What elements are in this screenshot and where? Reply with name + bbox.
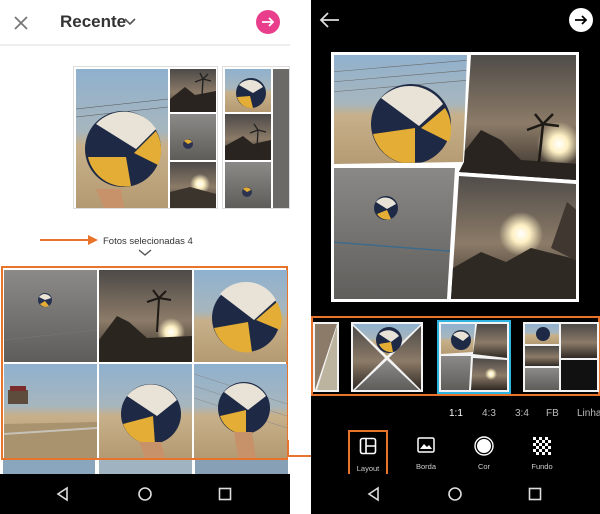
arrow-right-icon <box>575 15 588 25</box>
photo-thumbnail[interactable] <box>194 364 287 458</box>
close-icon[interactable] <box>10 12 32 34</box>
layout-options-strip <box>311 316 600 396</box>
chevron-down-icon[interactable] <box>138 249 152 257</box>
ratio-1-1[interactable]: 1:1 <box>449 408 463 419</box>
tool-label: Cor <box>477 462 491 471</box>
selected-count-label: Fotos selecionadas 4 <box>103 236 193 247</box>
recents-square-icon[interactable] <box>527 486 543 502</box>
preview-photo-palm <box>170 69 216 112</box>
preview-photo-sunset <box>170 162 216 208</box>
layout-option-selected[interactable] <box>437 320 511 394</box>
back-arrow-icon[interactable] <box>319 10 341 30</box>
album-title[interactable]: Recente <box>60 12 126 32</box>
home-circle-icon[interactable] <box>447 486 463 502</box>
image-icon <box>417 437 435 453</box>
collage-editor-screen: 1:1 4:3 3:4 FB Linha Layout Borda Cor Fu… <box>311 0 600 514</box>
photo-grid-partial-row <box>3 460 288 474</box>
collage-photo-ball[interactable] <box>331 52 471 167</box>
tool-borda[interactable]: Borda <box>406 430 446 476</box>
photo-thumbnail[interactable] <box>4 364 97 458</box>
ratio-linha[interactable]: Linha <box>577 408 600 419</box>
tool-label: Layout <box>356 464 380 473</box>
ratio-4-3[interactable]: 4:3 <box>482 408 496 419</box>
editor-toolbar: Layout Borda Cor Fundo <box>311 430 600 476</box>
tool-layout[interactable]: Layout <box>348 430 388 476</box>
chevron-down-icon[interactable] <box>123 16 137 28</box>
preview-photo-ball <box>225 69 271 112</box>
collage-canvas[interactable] <box>331 52 579 302</box>
arrow-right-icon <box>262 17 275 27</box>
layout-option[interactable] <box>523 322 599 392</box>
checker-pattern-icon <box>533 437 551 455</box>
arrow-right-icon <box>40 235 98 245</box>
layout-preview[interactable] <box>73 66 218 209</box>
ratio-fb[interactable]: FB <box>546 408 559 419</box>
next-button[interactable] <box>569 8 593 32</box>
photo-selection-screen: Recente Fotos selecionadas 4 <box>0 0 290 514</box>
collage-photo-sunset[interactable] <box>446 172 579 302</box>
layout-icon <box>359 437 377 455</box>
tool-cor[interactable]: Cor <box>464 430 504 476</box>
next-button[interactable] <box>256 10 280 34</box>
tool-label: Borda <box>415 462 436 471</box>
tool-fundo[interactable]: Fundo <box>522 430 562 476</box>
photo-thumbnail[interactable] <box>4 270 97 362</box>
back-triangle-icon[interactable] <box>55 486 71 502</box>
tool-label: Fundo <box>531 462 553 471</box>
color-circle-icon <box>474 436 494 456</box>
preview-photo-palm <box>225 114 271 160</box>
recents-square-icon[interactable] <box>217 486 233 502</box>
preview-photo-sand <box>225 162 271 208</box>
photo-thumbnail[interactable] <box>99 270 192 362</box>
aspect-ratio-bar: 1:1 4:3 3:4 FB Linha <box>311 408 600 422</box>
photo-thumbnail[interactable] <box>194 270 287 362</box>
layout-option[interactable] <box>351 322 423 392</box>
home-circle-icon[interactable] <box>137 486 153 502</box>
system-nav-bar <box>311 474 600 514</box>
layout-option[interactable] <box>313 322 339 392</box>
preview-photo-strip <box>273 69 289 208</box>
photo-thumbnail[interactable] <box>99 364 192 458</box>
collage-photo-palm[interactable] <box>456 52 579 182</box>
tutorial-composite: Recente Fotos selecionadas 4 1:1 4:3 3:4… <box>0 0 600 514</box>
ratio-3-4[interactable]: 3:4 <box>515 408 529 419</box>
layout-preview[interactable] <box>222 66 290 209</box>
system-nav-bar <box>0 474 290 514</box>
back-triangle-icon[interactable] <box>366 486 382 502</box>
selected-photos-grid <box>1 266 288 460</box>
preview-photo-ball <box>76 69 168 208</box>
collage-photo-sand[interactable] <box>331 164 461 302</box>
preview-photo-sand <box>170 114 216 160</box>
top-bar: Recente <box>0 0 290 46</box>
